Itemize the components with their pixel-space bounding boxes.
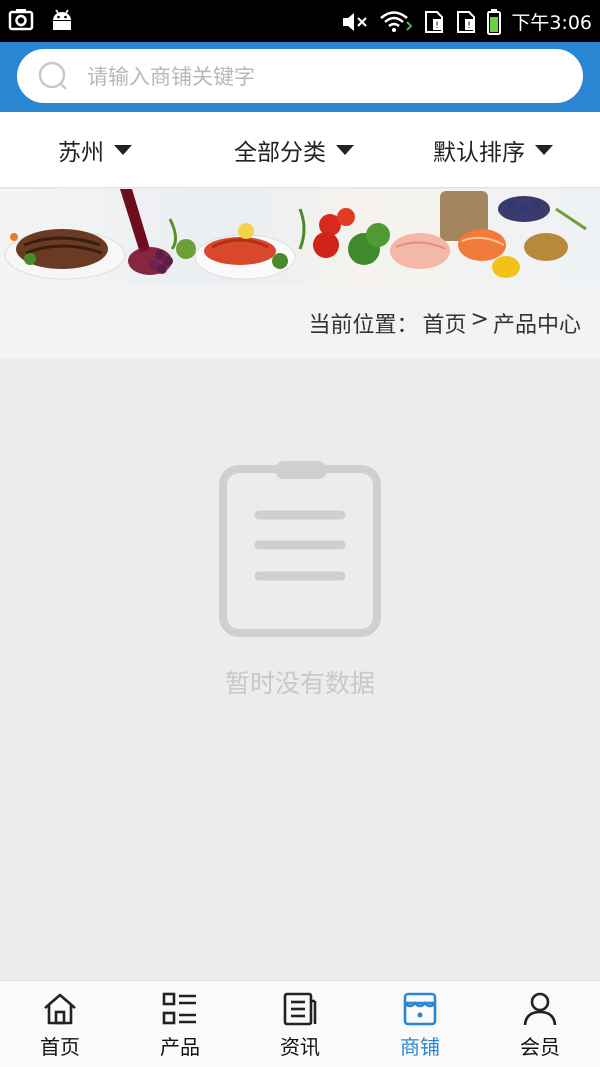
clipboard-empty-icon <box>219 461 381 637</box>
shop-icon <box>403 992 437 1026</box>
breadcrumb-bar: 当前位置： 首页 > 产品中心 <box>0 285 600 359</box>
sort-filter-label: 默认排序 <box>433 140 525 166</box>
nav-news[interactable]: 资讯 <box>240 981 360 1067</box>
nav-member-label: 会员 <box>520 1035 560 1059</box>
breadcrumb-current: 产品中心 <box>492 313 581 338</box>
city-filter-label: 苏州 <box>58 140 104 166</box>
nav-member[interactable]: 会员 <box>480 981 600 1067</box>
caret-down-icon <box>535 145 553 155</box>
mute-icon <box>343 12 368 31</box>
news-icon <box>283 992 317 1026</box>
search-placeholder: 请输入商铺关键字 <box>87 65 255 89</box>
status-time: 下午3:06 <box>511 12 592 34</box>
breadcrumb-separator: > <box>470 307 489 332</box>
home-icon <box>44 993 76 1025</box>
food-banner-image[interactable] <box>0 189 600 285</box>
svg-text:!: ! <box>468 21 472 31</box>
search-icon <box>38 61 67 90</box>
city-filter-dropdown[interactable]: 苏州 <box>58 112 132 188</box>
breadcrumb-prefix: 当前位置： <box>308 313 419 338</box>
nav-shops[interactable]: 商铺 <box>360 981 480 1067</box>
nav-shops-label: 商铺 <box>400 1035 440 1059</box>
battery-icon <box>487 8 502 35</box>
status-bar: ! ! 下午3:06 <box>0 0 600 42</box>
nav-products-label: 产品 <box>160 1035 200 1059</box>
wifi-icon <box>380 10 413 32</box>
nav-news-label: 资讯 <box>280 1035 320 1059</box>
caret-down-icon <box>114 145 132 155</box>
breadcrumb-home-link[interactable]: 首页 <box>423 307 467 339</box>
user-icon <box>523 992 557 1026</box>
banner-illustration <box>4 189 587 280</box>
empty-state-message: 暂时没有数据 <box>224 669 375 698</box>
breadcrumb: 当前位置： 首页 > 产品中心 <box>309 307 581 339</box>
svg-text:!: ! <box>436 21 440 31</box>
sim-card-2-icon: ! <box>457 10 476 33</box>
caret-down-icon <box>336 145 354 155</box>
sim-card-1-icon: ! <box>425 10 444 33</box>
nav-home[interactable]: 首页 <box>0 981 120 1067</box>
screenshot-icon <box>8 9 34 31</box>
category-filter-label: 全部分类 <box>234 140 326 166</box>
bottom-nav: 首页 产品 资讯 商铺 会员 <box>0 980 600 1067</box>
filter-bar: 苏州 全部分类 默认排序 <box>0 112 600 188</box>
search-input[interactable]: 请输入商铺关键字 <box>17 49 583 103</box>
category-filter-dropdown[interactable]: 全部分类 <box>234 112 354 188</box>
product-list-icon <box>162 992 196 1025</box>
android-icon <box>53 9 71 30</box>
nav-products[interactable]: 产品 <box>120 981 240 1067</box>
nav-home-label: 首页 <box>40 1035 80 1059</box>
search-header: 请输入商铺关键字 <box>0 42 600 112</box>
sort-filter-dropdown[interactable]: 默认排序 <box>433 112 553 188</box>
